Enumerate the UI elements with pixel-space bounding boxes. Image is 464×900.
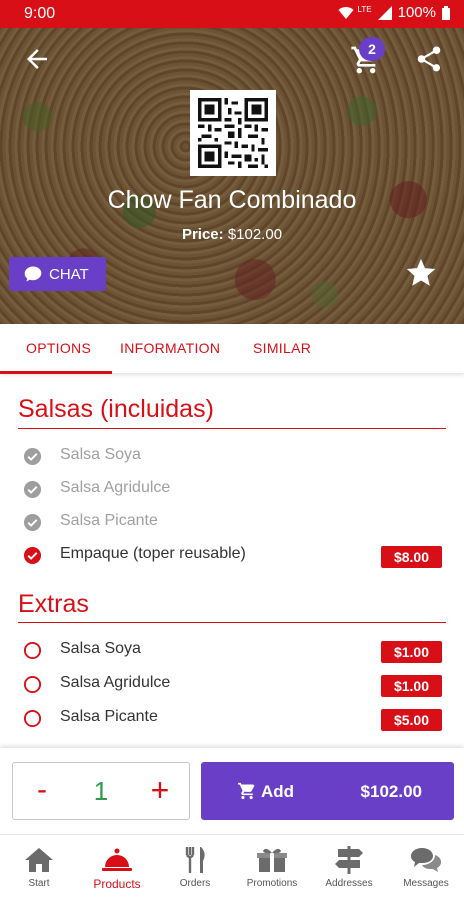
tab-similar[interactable]: SIMILAR (253, 340, 311, 356)
nav-label: Addresses (325, 878, 373, 889)
quantity-decrease-button[interactable]: - (27, 773, 57, 809)
nav-item-messages[interactable]: Messages (388, 835, 464, 900)
option-label: Salsa Agridulce (60, 479, 171, 496)
radio-unchecked-icon (23, 675, 42, 694)
option-label: Salsa Picante (60, 512, 158, 529)
radio-unchecked-icon (23, 641, 42, 660)
product-name: Chow Fan Combinado (107, 186, 357, 214)
product-price: Price: $102.00 (0, 226, 464, 243)
chat-button[interactable]: CHAT (9, 257, 106, 291)
quantity-stepper: - 1 + (12, 762, 190, 820)
section-title-salsas: Salsas (incluidas) (18, 395, 214, 423)
price-value: $102.00 (227, 226, 283, 243)
option-label: Empaque (toper reusable) (60, 545, 246, 562)
network-label: LTE (357, 5, 372, 14)
check-circle-icon (23, 480, 42, 499)
nav-label: Start (28, 878, 50, 889)
option-price-badge: $1.00 (381, 641, 442, 663)
section-title-extras: Extras (18, 590, 89, 618)
chat-bubbles-icon (411, 848, 441, 872)
cart-icon (238, 782, 255, 800)
status-time: 9:00 (24, 5, 56, 22)
bottom-navigation: Start Products Orders Promotions Address… (0, 834, 464, 900)
utensils-icon (185, 847, 205, 873)
battery-percent: 100% (397, 4, 436, 21)
gift-icon (257, 848, 287, 872)
option-price-badge: $5.00 (381, 709, 442, 731)
check-circle-icon (23, 447, 42, 466)
add-to-cart-button[interactable]: Add $102.00 (201, 762, 454, 820)
cart-count-badge: 2 (359, 37, 385, 61)
signpost-icon (335, 846, 363, 874)
product-tabs: OPTIONS INFORMATION SIMILAR (0, 324, 464, 374)
check-circle-icon (23, 546, 42, 565)
product-hero-image: 2 Chow Fan Combinado Price: $102.00 CHAT (0, 28, 464, 324)
radio-unchecked-icon (23, 709, 42, 728)
section-divider (18, 428, 446, 429)
signal-icon (377, 5, 392, 20)
nav-label: Products (93, 877, 141, 891)
add-total: $102.00 (360, 782, 422, 801)
tab-options[interactable]: OPTIONS (26, 340, 91, 356)
option-item[interactable]: Empaque (toper reusable) $8.00 (0, 540, 464, 570)
price-label: Price: (181, 226, 224, 243)
chat-label: CHAT (49, 265, 89, 283)
star-icon[interactable] (404, 256, 438, 290)
quantity-value: 1 (93, 776, 109, 806)
option-label: Salsa Soya (60, 446, 141, 463)
nav-item-start[interactable]: Start (0, 835, 78, 900)
order-bar: - 1 + Add $102.00 (0, 748, 464, 834)
option-item[interactable]: Salsa Agridulce (0, 474, 464, 504)
battery-icon (442, 5, 450, 20)
option-item[interactable]: Salsa Agridulce $1.00 (0, 669, 464, 699)
add-label: Add (261, 782, 295, 801)
option-price-badge: $1.00 (381, 675, 442, 697)
nav-item-products[interactable]: Products (78, 835, 156, 900)
nav-item-orders[interactable]: Orders (156, 835, 234, 900)
active-tab-indicator (0, 371, 112, 374)
qr-code (190, 90, 276, 176)
arrow-left-icon[interactable] (22, 44, 52, 74)
option-price-badge: $8.00 (381, 546, 442, 568)
option-label: Salsa Agridulce (60, 674, 171, 691)
option-label: Salsa Picante (60, 708, 158, 725)
option-item[interactable]: Salsa Picante (0, 507, 464, 537)
quantity-increase-button[interactable]: + (143, 773, 177, 809)
check-circle-icon (23, 513, 42, 532)
section-divider (18, 622, 446, 623)
chat-bubble-icon (24, 266, 42, 282)
nav-item-addresses[interactable]: Addresses (310, 835, 388, 900)
nav-label: Messages (403, 878, 449, 889)
tab-information[interactable]: INFORMATION (120, 340, 220, 356)
share-icon[interactable] (414, 44, 444, 74)
nav-label: Orders (179, 878, 211, 889)
option-item[interactable]: Salsa Soya (0, 441, 464, 471)
cloche-icon (102, 848, 132, 871)
status-bar: 9:00 LTE 100% (0, 0, 464, 28)
wifi-icon (338, 6, 354, 19)
option-label: Salsa Soya (60, 640, 141, 657)
option-item[interactable]: Salsa Picante $5.00 (0, 703, 464, 733)
home-icon (25, 848, 53, 872)
nav-item-promotions[interactable]: Promotions (234, 835, 310, 900)
nav-label: Promotions (246, 878, 298, 889)
option-item[interactable]: Salsa Soya $1.00 (0, 635, 464, 665)
